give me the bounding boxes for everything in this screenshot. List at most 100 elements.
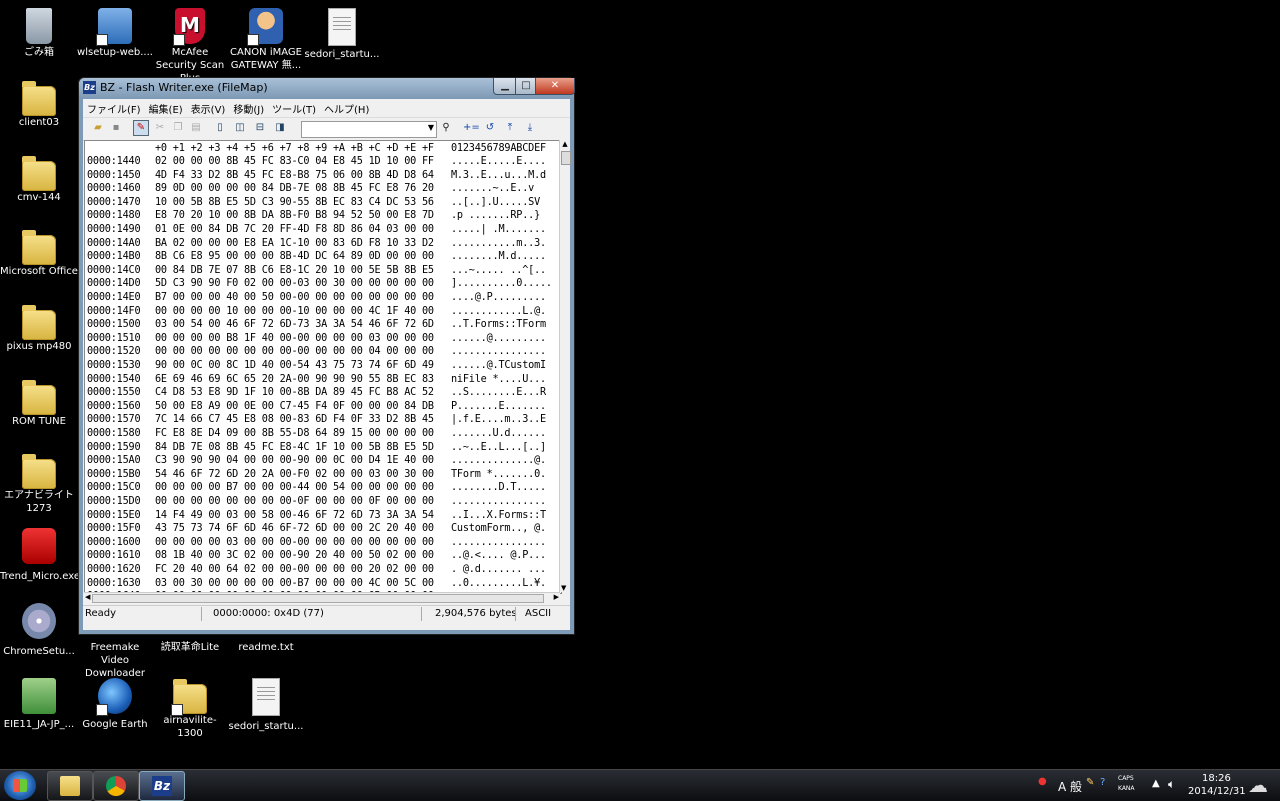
open-folder-icon[interactable]: ▰ xyxy=(91,121,105,135)
menu-edit[interactable]: 編集(E) xyxy=(145,99,187,116)
desktop-icon-cmv144[interactable]: cmv-144 xyxy=(0,155,78,204)
ime-mode[interactable]: A 般 xyxy=(1058,778,1082,795)
hex-row[interactable]: 0000:1500 03 00 54 00 46 6F 72 6D-73 3A 3… xyxy=(87,318,546,332)
hex-row[interactable]: 0000:1480 E8 70 20 10 00 8B DA 8B-F0 B8 9… xyxy=(87,209,540,223)
horizontal-scroll-thumb[interactable] xyxy=(92,594,544,603)
desktop-icon-sedori-2[interactable]: sedori_startu... xyxy=(227,678,305,733)
hex-row[interactable]: 0000:1550 C4 D8 53 E8 9D 1F 10 00-8B DA 8… xyxy=(87,386,546,400)
menu-help[interactable]: ヘルプ(H) xyxy=(320,99,373,116)
menu-jump[interactable]: 移動(J) xyxy=(229,99,268,116)
minimize-button[interactable]: ▁ xyxy=(493,78,517,95)
scroll-down-arrow-icon[interactable]: ▼ xyxy=(561,584,566,592)
desktop-icon-mcafee[interactable]: M McAfee Security Scan Plus xyxy=(151,8,229,85)
hex-row[interactable]: 0000:1620 FC 20 40 00 64 02 00 00-00 00 0… xyxy=(87,563,546,577)
desktop-icon-recycle-bin[interactable]: ごみ箱 xyxy=(0,8,78,59)
close-button[interactable]: ✕ xyxy=(535,78,575,95)
desktop-icon-rom-tune[interactable]: ROM TUNE xyxy=(0,379,78,428)
scroll-right-arrow-icon[interactable]: ▶ xyxy=(554,593,559,601)
desktop-icon-freemake[interactable]: Freemake Video Downloader xyxy=(76,641,154,680)
volume-icon[interactable]: 🔈︎ xyxy=(1168,777,1175,792)
desktop-icon-airnavi[interactable]: エアナビライト 1273 xyxy=(0,453,78,515)
hex-row[interactable]: 0000:14F0 00 00 00 00 10 00 00 00-10 00 0… xyxy=(87,305,546,319)
horizontal-scrollbar[interactable]: ◀ ▶ xyxy=(84,592,560,603)
scroll-up-arrow-icon[interactable]: ▲ xyxy=(560,140,570,148)
hex-row[interactable]: 0000:1580 FC E8 8E D4 09 00 8B 55-D8 64 8… xyxy=(87,427,546,441)
hex-row[interactable]: 0000:1460 89 0D 00 00 00 00 84 DB-7E 08 8… xyxy=(87,182,540,196)
hex-row[interactable]: 0000:14A0 BA 02 00 00 00 E8 EA 1C-10 00 8… xyxy=(87,237,546,251)
save-icon[interactable]: ▪ xyxy=(109,121,123,135)
hex-row[interactable]: 0000:1490 01 0E 00 84 DB 7C 20 FF-4D F8 8… xyxy=(87,223,546,237)
flag-icon[interactable]: ● xyxy=(1038,776,1047,787)
clock-date[interactable]: 2014/12/31 xyxy=(1188,786,1246,797)
menu-tools[interactable]: ツール(T) xyxy=(268,99,320,116)
taskbar-chrome[interactable] xyxy=(93,771,139,801)
maximize-button[interactable]: □ xyxy=(515,78,537,95)
bz-app-icon[interactable]: Bz xyxy=(83,81,96,94)
help-icon[interactable]: ? xyxy=(1100,777,1105,788)
hex-row[interactable]: 0000:14E0 B7 00 00 00 40 00 50 00-00 00 0… xyxy=(87,291,546,305)
desktop-icon-yomitori[interactable]: 読取革命Lite xyxy=(151,641,229,654)
paste-icon[interactable]: ▤ xyxy=(189,121,203,135)
hex-row[interactable]: 0000:15D0 00 00 00 00 00 00 00 00-0F 00 0… xyxy=(87,495,546,509)
hex-row[interactable]: 0000:1510 00 00 00 00 B8 1F 40 00-00 00 0… xyxy=(87,332,546,346)
desktop-icon-sedori-1[interactable]: sedori_startu... xyxy=(303,8,381,61)
ime-tool-icon[interactable]: ✎ xyxy=(1086,777,1094,788)
hex-row[interactable]: 0000:1610 08 1B 40 00 3C 02 00 00-90 20 4… xyxy=(87,549,546,563)
desktop-icon-readme[interactable]: readme.txt xyxy=(227,641,305,654)
hex-row[interactable]: 0000:1440 02 00 00 00 8B 45 FC 83-C0 04 E… xyxy=(87,155,546,169)
hex-row[interactable]: 0000:15E0 14 F4 49 00 03 00 58 00-46 6F 7… xyxy=(87,509,546,523)
compare-icon[interactable]: += xyxy=(463,121,480,135)
jump-bottom-icon[interactable]: ⤓ xyxy=(523,121,537,135)
menu-file[interactable]: ファイル(F) xyxy=(83,99,145,116)
view-single-icon[interactable]: ▯ xyxy=(213,121,227,135)
search-combo[interactable]: ▼ xyxy=(301,121,437,138)
desktop-icon-airnavilite[interactable]: airnavilite-1300 xyxy=(151,678,229,740)
hex-row[interactable]: 0000:14C0 00 84 DB 7E 07 8B C6 E8-1C 20 1… xyxy=(87,264,546,278)
hex-row[interactable]: 0000:1570 7C 14 66 C7 45 E8 08 00-83 6D F… xyxy=(87,413,546,427)
undo-icon[interactable]: ↺ xyxy=(483,121,497,135)
hex-row[interactable]: 0000:1590 84 DB 7E 08 8B 45 FC E8-4C 1F 1… xyxy=(87,441,546,455)
hex-row[interactable]: 0000:1560 50 00 E8 A9 00 0E 00 C7-45 F4 0… xyxy=(87,400,546,414)
clock-time[interactable]: 18:26 xyxy=(1202,773,1231,784)
taskbar-bz[interactable]: Bz xyxy=(139,771,185,801)
binoculars-icon[interactable]: ⚲ xyxy=(439,121,453,135)
show-hidden-icons-icon[interactable]: ▲ xyxy=(1152,778,1160,789)
hex-row[interactable]: 0000:14B0 8B C6 E8 95 00 00 00 8B-4D DC 6… xyxy=(87,250,546,264)
copy-icon[interactable]: ❐ xyxy=(171,121,185,135)
hex-row[interactable]: 0000:1600 00 00 00 00 03 00 00 00-00 00 0… xyxy=(87,536,546,550)
desktop-icon-pixus[interactable]: pixus mp480 xyxy=(0,304,78,353)
readonly-toggle-icon[interactable]: ✎ xyxy=(133,120,149,136)
hex-row[interactable]: 0000:15A0 C3 90 90 90 04 00 00 00-90 00 0… xyxy=(87,454,546,468)
hex-row[interactable]: 0000:1520 00 00 00 00 00 00 00 00-00 00 0… xyxy=(87,345,546,359)
hex-row[interactable]: 0000:1540 6E 69 46 69 6C 65 20 2A-00 90 9… xyxy=(87,373,546,387)
chevron-down-icon[interactable]: ▼ xyxy=(428,123,434,132)
hex-row[interactable]: 0000:1630 03 00 30 00 00 00 00 00-B7 00 0… xyxy=(87,577,546,591)
hex-row[interactable]: 0000:14D0 5D C3 90 90 F0 02 00 00-03 00 3… xyxy=(87,277,552,291)
weather-gadget-icon[interactable]: ☁ xyxy=(1248,773,1268,797)
hex-row[interactable]: 0000:15B0 54 46 6F 72 6D 20 2A 00-F0 02 0… xyxy=(87,468,546,482)
scroll-left-arrow-icon[interactable]: ◀ xyxy=(85,593,90,601)
hex-view[interactable]: +0 +1 +2 +3 +4 +5 +6 +7 +8 +9 +A +B +C +… xyxy=(84,140,562,594)
hex-row[interactable]: 0000:1450 4D F4 33 D2 8B 45 FC E8-B8 75 0… xyxy=(87,169,546,183)
vertical-scroll-thumb[interactable] xyxy=(561,151,571,165)
view-compare-icon[interactable]: ◨ xyxy=(273,121,287,135)
desktop-icon-client03[interactable]: client03 xyxy=(0,80,78,129)
view-split-horizontal-icon[interactable]: ⊟ xyxy=(253,121,267,135)
vertical-scrollbar[interactable]: ▲ ▼ xyxy=(559,140,571,592)
hex-row[interactable]: 0000:1470 10 00 5B 8B E5 5D C3 90-55 8B E… xyxy=(87,196,540,210)
jump-top-icon[interactable]: ⤒ xyxy=(503,121,517,135)
hex-row[interactable]: 0000:1530 90 00 0C 00 8C 1D 40 00-54 43 7… xyxy=(87,359,546,373)
desktop-icon-eie11[interactable]: EIE11_JA-JP_... xyxy=(0,678,78,731)
start-button[interactable] xyxy=(4,771,36,800)
desktop-icon-microsoft-office[interactable]: Microsoft Office xyxy=(0,229,78,278)
taskbar-explorer[interactable] xyxy=(47,771,93,801)
desktop-icon-google-earth[interactable]: Google Earth xyxy=(76,678,154,731)
hex-row[interactable]: 0000:15F0 43 75 73 74 6F 6D 46 6F-72 6D 0… xyxy=(87,522,546,536)
desktop-icon-chrome-setup[interactable]: ChromeSetu... xyxy=(0,603,78,658)
desktop-icon-wlsetup[interactable]: wlsetup-web.... xyxy=(76,8,154,59)
desktop-icon-trend-micro[interactable]: Trend_Micro.exe xyxy=(0,528,80,583)
cut-icon[interactable]: ✂ xyxy=(153,121,167,135)
view-split-vertical-icon[interactable]: ◫ xyxy=(233,121,247,135)
menu-view[interactable]: 表示(V) xyxy=(187,99,230,116)
hex-row[interactable]: 0000:15C0 00 00 00 00 B7 00 00 00-44 00 5… xyxy=(87,481,546,495)
